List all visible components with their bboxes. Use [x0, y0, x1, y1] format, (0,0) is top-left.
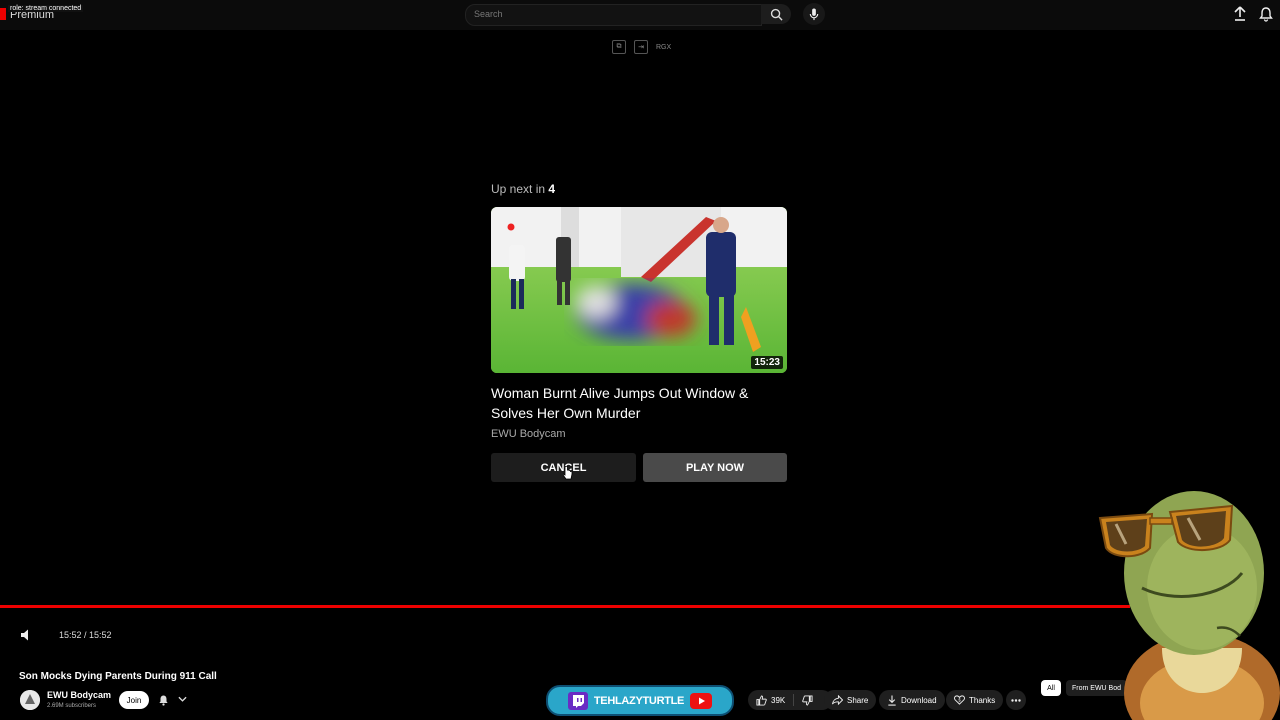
channel-name[interactable]: EWU Bodycam	[47, 690, 111, 700]
subscriber-count: 2.69M subscribers	[47, 703, 97, 709]
dislike-icon[interactable]	[802, 694, 813, 706]
search-button[interactable]	[761, 4, 791, 24]
logo-icon[interactable]	[0, 8, 6, 20]
join-button[interactable]: Join	[119, 691, 149, 709]
upload-icon[interactable]	[1233, 6, 1247, 22]
up-next-prefix: Up next in	[491, 182, 546, 196]
youtube-icon	[690, 692, 713, 709]
svg-text:$: $	[958, 697, 961, 702]
twitch-icon	[567, 691, 588, 710]
miniplayer-icon[interactable]: ⧉	[612, 40, 626, 54]
download-button[interactable]: Download	[879, 690, 945, 710]
chip-all[interactable]: All	[1041, 680, 1061, 696]
progress-bar[interactable]	[0, 605, 1130, 608]
share-button[interactable]: Share	[824, 690, 877, 710]
subscription-bell-icon[interactable]	[158, 694, 169, 706]
volume-icon[interactable]	[20, 628, 34, 642]
search-placeholder: Search	[474, 9, 503, 19]
like-icon[interactable]	[756, 694, 767, 706]
download-icon	[888, 694, 896, 706]
turtle-avatar-image	[1098, 491, 1280, 720]
voice-search-button[interactable]	[803, 3, 825, 25]
up-next-channel[interactable]: EWU Bodycam	[491, 428, 566, 440]
share-label: Share	[847, 695, 869, 705]
exit-icon[interactable]: ⇥	[634, 40, 648, 54]
stream-banner: TEHLAZYTURTLE	[546, 685, 734, 716]
play-now-button[interactable]: PLAY NOW	[643, 453, 787, 482]
search-icon	[770, 8, 783, 21]
mic-icon	[809, 7, 819, 20]
pill-divider	[793, 694, 795, 706]
stream-overlay-text: role: stream connected	[8, 5, 84, 12]
more-icon	[1011, 698, 1021, 702]
video-title: Son Mocks Dying Parents During 911 Call	[19, 671, 217, 682]
chevron-down-icon[interactable]	[178, 696, 187, 703]
thanks-button[interactable]: $ Thanks	[946, 690, 1004, 710]
player-mini-tools: ⧉ ⇥ RGX	[612, 40, 671, 54]
channel-avatar[interactable]	[20, 690, 40, 710]
up-next-title[interactable]: Woman Burnt Alive Jumps Out Window & Sol…	[491, 383, 791, 423]
up-next-thumbnail[interactable]: 15:23	[491, 207, 787, 373]
share-icon	[832, 695, 843, 705]
avatar-image	[20, 690, 40, 710]
rgx-label[interactable]: RGX	[656, 41, 671, 53]
hand-cursor-icon	[563, 466, 573, 480]
search-input[interactable]	[465, 4, 762, 26]
thanks-heart-icon: $	[954, 695, 965, 705]
up-next-label: Up next in 4	[491, 182, 555, 196]
up-next-countdown: 4	[548, 182, 556, 196]
more-actions-button[interactable]	[1006, 690, 1026, 710]
time-display: 15:52 / 15:52	[59, 630, 112, 640]
notifications-bell-icon[interactable]	[1259, 6, 1273, 22]
download-label: Download	[901, 695, 937, 705]
thumbnail-image	[491, 207, 787, 373]
thanks-label: Thanks	[969, 695, 996, 705]
like-count[interactable]: 39K	[771, 696, 785, 705]
duration-badge: 15:23	[751, 356, 783, 369]
like-dislike-group: 39K	[748, 690, 832, 710]
banner-text: TEHLAZYTURTLE	[593, 694, 685, 707]
